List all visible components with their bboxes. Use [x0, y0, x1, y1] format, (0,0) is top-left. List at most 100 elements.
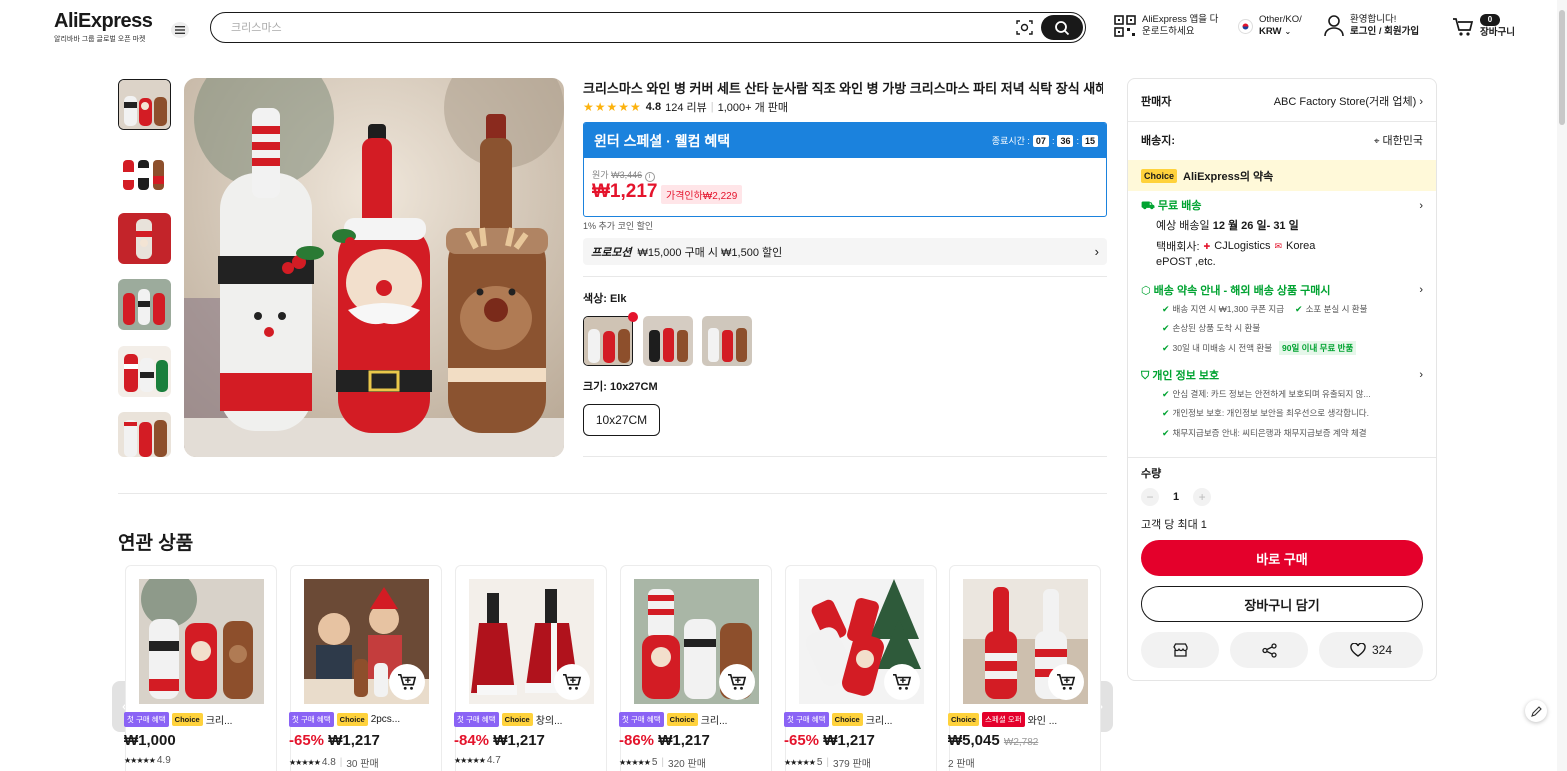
decrease-button[interactable]: −: [1141, 488, 1159, 506]
color-option-image: [584, 317, 632, 365]
check-icon: ✔: [1162, 322, 1170, 333]
store-button[interactable]: [1141, 632, 1219, 668]
gallery-thumbnail[interactable]: [118, 146, 171, 197]
region-currency-selector[interactable]: Other/KO/ KRW ⌄: [1238, 14, 1302, 38]
wishlist-button[interactable]: 324: [1319, 632, 1423, 668]
cart-add-icon: [1057, 673, 1076, 690]
promotion-bar[interactable]: 프로모션 ₩15,000 구매 시 ₩1,500 할인 ›: [583, 238, 1107, 265]
courier-cj: CJLogistics: [1214, 240, 1271, 252]
add-to-cart-button[interactable]: [389, 664, 425, 700]
ship-to-row[interactable]: 배송지: ⌖ 대한민국: [1141, 132, 1423, 148]
add-to-cart-button[interactable]: [554, 664, 590, 700]
gallery-thumbnail[interactable]: [118, 346, 171, 397]
product-rating: 4.8: [321, 757, 336, 768]
courier-korea: Korea: [1286, 240, 1316, 252]
gallery-thumbnail[interactable]: [118, 79, 171, 130]
download-app-link[interactable]: AliExpress 앱을 다 운로드하세요: [1114, 14, 1218, 38]
share-button[interactable]: [1230, 632, 1308, 668]
add-to-cart-button[interactable]: 장바구니 담기: [1141, 586, 1423, 622]
privacy-item: ✔ 안심 결제: 카드 정보는 안전하게 보호되며 유출되지 않...: [1162, 388, 1371, 400]
add-to-cart-button[interactable]: [884, 664, 920, 700]
search-button[interactable]: [1041, 15, 1083, 40]
related-product-card[interactable]: 첫 구매 혜택 Choice 창의... -84% ₩1,217 ★★★★★ 4.7: [454, 565, 607, 771]
related-products-title: 연관 상품: [118, 533, 194, 554]
special-offer-tag: 스페셜 오퍼: [982, 712, 1025, 727]
chevron-right-icon: ›: [1419, 284, 1423, 296]
product-price: ₩1,217: [658, 732, 710, 749]
seller-row[interactable]: 판매자 ABC Factory Store(거래 업체) ›: [1141, 93, 1423, 109]
promise-item: ✔ 손상된 상품 도착 시 환불: [1162, 322, 1260, 334]
discount-percent: -65%: [289, 732, 325, 749]
search-bar[interactable]: [210, 12, 1086, 43]
free-shipping-label: 무료 배송: [1157, 200, 1202, 212]
gallery-thumbnail[interactable]: [118, 412, 171, 457]
divider: [1128, 121, 1436, 122]
choice-badge: Choice: [1141, 168, 1178, 183]
search-input[interactable]: [231, 21, 991, 34]
add-to-cart-button[interactable]: [719, 664, 755, 700]
star-rating-icon: ★★★★★: [454, 756, 486, 765]
login-signup-link[interactable]: 로그인 / 회원가입: [1350, 26, 1419, 38]
color-option-elk[interactable]: [583, 316, 633, 366]
choice-tag: Choice: [666, 713, 698, 726]
image-search-button[interactable]: [1016, 19, 1033, 36]
chevron-right-icon: ›: [1419, 369, 1423, 381]
discount-percent: -65%: [784, 732, 820, 749]
related-product-image: [139, 579, 264, 704]
promise-item: ✔ 30일 내 미배송 시 전액 환불 90일 이내 무료 반품: [1162, 341, 1357, 355]
size-option-10x27cm[interactable]: 10x27CM: [583, 404, 660, 436]
buy-now-button[interactable]: 바로 구매: [1141, 540, 1423, 576]
rating-summary[interactable]: ★★★★★ 4.8 124 리뷰 | 1,000+ 개 판매: [583, 99, 788, 115]
currency-label: KRW: [1259, 26, 1282, 37]
menu-button[interactable]: [171, 22, 189, 38]
related-product-card[interactable]: Choice 스페셜 오퍼 와인 ... ₩5,045 ₩2,782 2 판매: [948, 565, 1101, 771]
cart-link[interactable]: 0 장바구니: [1452, 14, 1515, 39]
related-product-card[interactable]: 첫 구매 혜택 Choice 크리... -86% ₩1,217 ★★★★★ 5 | 32…: [619, 565, 772, 771]
camera-scan-icon: [1016, 20, 1033, 35]
gallery-thumbnail[interactable]: [118, 213, 171, 264]
related-product-card[interactable]: 첫 구매 혜택 Choice 2pcs... -65% ₩1,217 ★★★★★ 4.…: [289, 565, 442, 771]
add-to-cart-button[interactable]: [1048, 664, 1084, 700]
cart-add-icon: [563, 673, 582, 690]
discount-percent: -84%: [454, 732, 490, 749]
promise-text: 배송 지연 시 ₩1,300 쿠폰 지급: [1172, 304, 1285, 314]
courier-label: 택배회사:: [1156, 241, 1200, 253]
review-count[interactable]: 124 리뷰: [665, 99, 707, 115]
check-icon: ✔: [1162, 407, 1170, 418]
product-thumbnail-image: [118, 146, 171, 197]
color-option[interactable]: [643, 316, 693, 366]
privacy-row[interactable]: ⛉ 개인 정보 보호 ›: [1141, 367, 1423, 383]
original-price-value: ₩3,446: [611, 170, 643, 180]
feedback-button[interactable]: [1525, 700, 1547, 722]
ship-to-country: 대한민국: [1382, 135, 1423, 147]
free-shipping-row[interactable]: ⛟ 무료 배송 ›: [1141, 197, 1423, 214]
region-label: Other/KO/: [1259, 14, 1302, 25]
gallery-thumbnail[interactable]: [118, 279, 171, 330]
separator: |: [661, 757, 665, 768]
related-product-card[interactable]: 첫 구매 혜택 Choice 크리... ₩1,000 ★★★★★ 4.9: [124, 565, 277, 771]
chevron-right-icon: ›: [1094, 244, 1099, 259]
scrollbar-thumb[interactable]: [1559, 10, 1565, 125]
color-option[interactable]: [702, 316, 752, 366]
store-icon: [1172, 643, 1188, 657]
promotion-text: ₩15,000 구매 시 ₩1,500 할인: [637, 246, 783, 259]
product-rating: 5: [816, 757, 823, 768]
account-menu[interactable]: 환영합니다! 로그인 / 회원가입: [1324, 14, 1419, 38]
delivery-promise-row[interactable]: ⬡ 배송 약속 안내 - 해외 배송 상품 구매시 ›: [1141, 282, 1423, 298]
quantity-stepper[interactable]: − 1 +: [1141, 488, 1212, 506]
choice-tag: Choice: [501, 713, 533, 726]
truck-icon: ⛟: [1141, 200, 1155, 212]
seller-name[interactable]: ABC Factory Store(거래 업체): [1274, 96, 1417, 108]
related-product-card[interactable]: 첫 구매 혜택 Choice 크리... -65% ₩1,217 ★★★★★ 5 | 37…: [784, 565, 937, 771]
increase-button[interactable]: +: [1193, 488, 1212, 506]
product-name: 와인 ...: [1027, 716, 1058, 727]
aliexpress-logo[interactable]: AliExpress: [54, 10, 153, 33]
main-product-image[interactable]: [184, 78, 564, 457]
product-rating: 4.7: [486, 755, 501, 766]
cart-add-icon: [398, 673, 417, 690]
promotion-label: 프로모션: [591, 246, 632, 259]
first-purchase-tag: 첫 구매 혜택: [784, 712, 829, 727]
color-label: 색상: Elk: [583, 293, 627, 305]
cart-add-icon: [893, 673, 912, 690]
check-icon: ✔: [1162, 342, 1170, 353]
